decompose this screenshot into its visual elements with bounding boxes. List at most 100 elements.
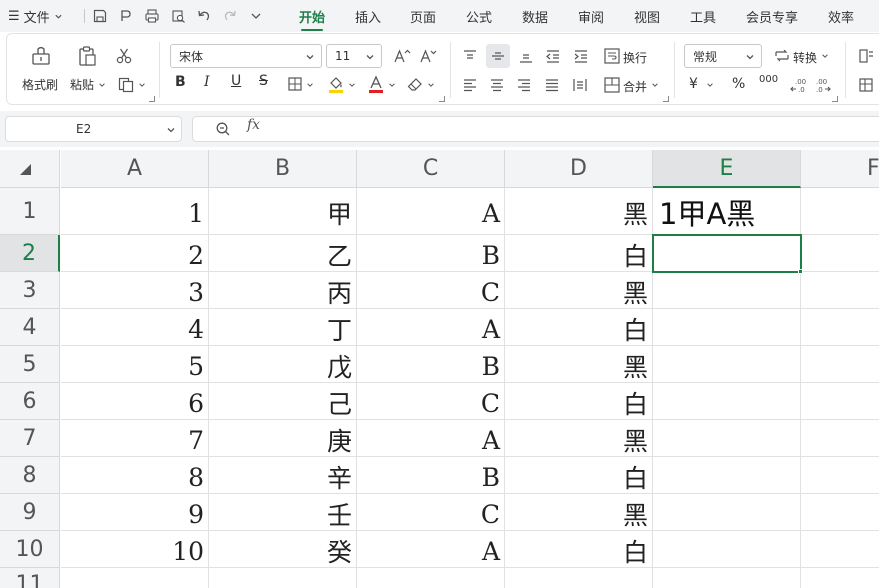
cell-c10[interactable]: A: [357, 531, 505, 567]
format-painter-icon[interactable]: [29, 44, 53, 68]
copy-icon[interactable]: [115, 74, 137, 96]
file-menu[interactable]: ☰ 文件: [8, 7, 63, 26]
paste-dropdown-icon[interactable]: [98, 81, 106, 89]
clear-dropdown-icon[interactable]: [427, 81, 435, 89]
cell-b6[interactable]: 己: [209, 383, 357, 419]
tab-view[interactable]: 视图: [634, 7, 660, 26]
fill-color-dropdown-icon[interactable]: [348, 81, 356, 89]
tab-insert[interactable]: 插入: [355, 7, 381, 26]
fill-handle[interactable]: [798, 269, 803, 274]
row-header-10[interactable]: 10: [0, 531, 60, 568]
increase-decimal-icon[interactable]: .00.0: [787, 74, 809, 96]
cell-b10[interactable]: 癸: [209, 531, 357, 567]
print-icon[interactable]: [142, 6, 162, 26]
align-bottom-icon[interactable]: [515, 45, 537, 67]
cell-f5[interactable]: [801, 346, 879, 382]
increase-font-icon[interactable]: [391, 45, 413, 67]
cell-f2[interactable]: [801, 235, 879, 271]
cell-e3[interactable]: [653, 272, 801, 308]
cell-f10[interactable]: [801, 531, 879, 567]
cell-d10[interactable]: 白: [505, 531, 653, 567]
name-box[interactable]: E2: [5, 116, 182, 142]
cell-d9[interactable]: 黑: [505, 494, 653, 530]
print-preview-icon[interactable]: [168, 6, 188, 26]
cell-f3[interactable]: [801, 272, 879, 308]
font-name-select[interactable]: 宋体: [170, 44, 322, 68]
row-header-7[interactable]: 7: [0, 420, 60, 457]
paste-icon[interactable]: [75, 44, 99, 68]
convert-dropdown-icon[interactable]: [821, 52, 829, 60]
cell-a9[interactable]: 9: [61, 494, 209, 530]
decrease-font-icon[interactable]: [417, 45, 439, 67]
cell-c5[interactable]: B: [357, 346, 505, 382]
borders-icon[interactable]: [285, 74, 305, 94]
conditional-format-icon[interactable]: [855, 45, 877, 67]
cell-a3[interactable]: 3: [61, 272, 209, 308]
paste-label[interactable]: 粘贴: [70, 76, 94, 93]
cell-e8[interactable]: [653, 457, 801, 493]
undo-icon[interactable]: [194, 6, 214, 26]
cell-b5[interactable]: 戊: [209, 346, 357, 382]
row-header-6[interactable]: 6: [0, 383, 60, 420]
cell-c4[interactable]: A: [357, 309, 505, 345]
convert-label[interactable]: 转换: [793, 49, 817, 66]
font-color-dropdown-icon[interactable]: [388, 81, 396, 89]
strikethrough-button[interactable]: S: [259, 73, 268, 89]
column-header-d[interactable]: D: [505, 150, 653, 188]
tab-review[interactable]: 审阅: [578, 7, 604, 26]
align-right-icon[interactable]: [513, 74, 535, 96]
cell-d5[interactable]: 黑: [505, 346, 653, 382]
clear-format-icon[interactable]: [405, 74, 425, 94]
cell-c1[interactable]: A: [357, 188, 505, 234]
cell-e6[interactable]: [653, 383, 801, 419]
cell-e10[interactable]: [653, 531, 801, 567]
wrap-text-label[interactable]: 换行: [623, 49, 647, 66]
cell-f4[interactable]: [801, 309, 879, 345]
cell-e5[interactable]: [653, 346, 801, 382]
clipboard-group-launcher[interactable]: [149, 96, 155, 102]
cell-a4[interactable]: 4: [61, 309, 209, 345]
font-group-launcher[interactable]: [439, 96, 445, 102]
cell-f7[interactable]: [801, 420, 879, 456]
merge-dropdown-icon[interactable]: [651, 81, 659, 89]
cell-d6[interactable]: 白: [505, 383, 653, 419]
cell-e4[interactable]: [653, 309, 801, 345]
cell-e7[interactable]: [653, 420, 801, 456]
tab-data[interactable]: 数据: [522, 7, 548, 26]
cell-d11[interactable]: [505, 568, 653, 588]
align-center-icon[interactable]: [486, 74, 508, 96]
decrease-indent-icon[interactable]: [542, 45, 564, 67]
row-header-2[interactable]: 2: [0, 235, 60, 272]
align-middle-icon[interactable]: [486, 44, 510, 68]
cell-b9[interactable]: 壬: [209, 494, 357, 530]
cell-b11[interactable]: [209, 568, 357, 588]
cell-a10[interactable]: 10: [61, 531, 209, 567]
tab-tools[interactable]: 工具: [690, 7, 716, 26]
tab-member[interactable]: 会员专享: [746, 7, 798, 26]
italic-button[interactable]: I: [204, 74, 210, 90]
cell-a7[interactable]: 7: [61, 420, 209, 456]
cell-b4[interactable]: 丁: [209, 309, 357, 345]
column-header-b[interactable]: B: [209, 150, 357, 188]
cell-c11[interactable]: [357, 568, 505, 588]
cell-b7[interactable]: 庚: [209, 420, 357, 456]
tab-home[interactable]: 开始: [299, 7, 325, 31]
cell-d3[interactable]: 黑: [505, 272, 653, 308]
number-format-select[interactable]: 常规: [684, 44, 762, 68]
row-header-9[interactable]: 9: [0, 494, 60, 531]
format-painter-label[interactable]: 格式刷: [22, 76, 58, 93]
row-header-3[interactable]: 3: [0, 272, 60, 309]
row-header-1[interactable]: 1: [0, 188, 60, 235]
increase-indent-icon[interactable]: [570, 45, 592, 67]
borders-dropdown-icon[interactable]: [306, 81, 314, 89]
quick-access-more-icon[interactable]: [246, 6, 266, 26]
cell-f9[interactable]: [801, 494, 879, 530]
distributed-align-icon[interactable]: [569, 74, 591, 96]
alignment-group-launcher[interactable]: [663, 96, 669, 102]
tab-formula[interactable]: 公式: [466, 7, 492, 26]
cell-f1[interactable]: [801, 188, 879, 234]
cell-c8[interactable]: B: [357, 457, 505, 493]
cell-a8[interactable]: 8: [61, 457, 209, 493]
cut-icon[interactable]: [113, 45, 135, 67]
currency-dropdown-icon[interactable]: [706, 81, 714, 89]
